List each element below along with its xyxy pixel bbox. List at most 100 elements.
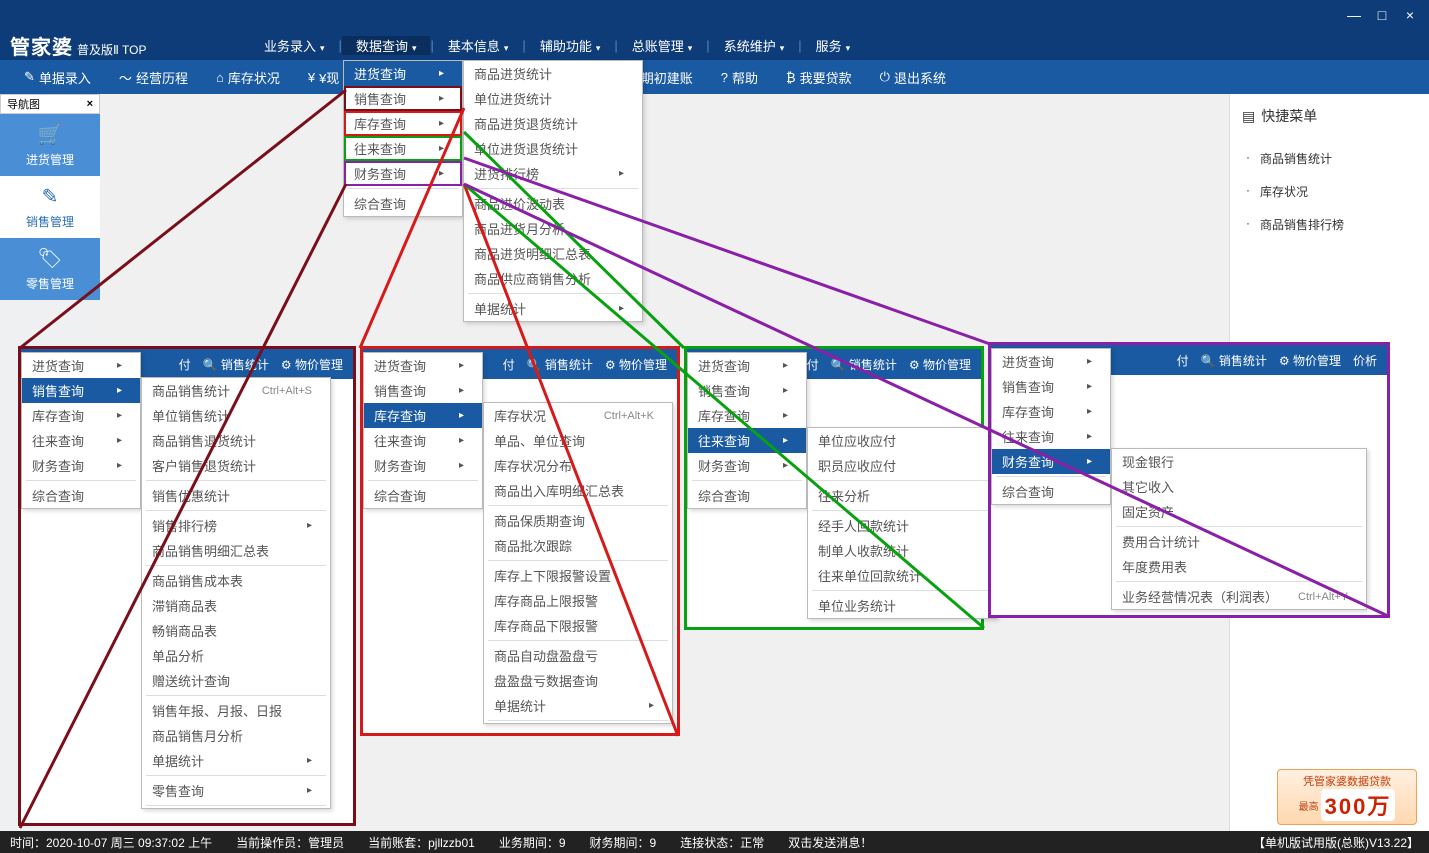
- panel-sub-item-7[interactable]: 库存商品上限报警: [484, 588, 672, 613]
- panel-l1-item-4[interactable]: 财务查询▸: [364, 453, 482, 478]
- panel-sub-item-9[interactable]: 畅销商品表: [142, 618, 330, 643]
- tb-b[interactable]: 🔍 销售统计: [527, 356, 593, 373]
- panel-sub-item-1[interactable]: 其它收入: [1112, 474, 1366, 499]
- panel-l1-item-5[interactable]: 综合查询: [22, 483, 140, 508]
- dd2-item-5[interactable]: 商品进价波动表: [464, 191, 642, 216]
- panel-l1-item-2[interactable]: 库存查询▸: [688, 403, 806, 428]
- panel-l1-item-3[interactable]: 往来查询▸: [22, 428, 140, 453]
- tb-d[interactable]: 价析: [1353, 352, 1377, 369]
- panel-l1-item-3[interactable]: 往来查询▸: [992, 424, 1110, 449]
- toolbar-9[interactable]: ₿我要贷款: [772, 68, 866, 87]
- panel-sub-item-4[interactable]: 制单人收款统计: [808, 538, 996, 563]
- tb-a[interactable]: 付: [807, 356, 819, 373]
- dd1-item-3[interactable]: 往来查询▸: [344, 136, 462, 161]
- toolbar-10[interactable]: ⏻退出系统: [866, 68, 960, 87]
- tb-b[interactable]: 🔍 销售统计: [831, 356, 897, 373]
- panel-l1-item-3[interactable]: 往来查询▸: [688, 428, 806, 453]
- dd2-item-2[interactable]: 商品进货退货统计: [464, 111, 642, 136]
- panel-l1-item-1[interactable]: 销售查询▸: [364, 378, 482, 403]
- panel-l1-item-1[interactable]: 销售查询▸: [992, 374, 1110, 399]
- topmenu-2[interactable]: 基本信息▾: [434, 36, 523, 55]
- tb-c[interactable]: ⚙ 物价管理: [605, 356, 667, 373]
- dd1-item-1[interactable]: 销售查询▸: [344, 86, 462, 111]
- dd2-item-0[interactable]: 商品进货统计: [464, 61, 642, 86]
- tb-a[interactable]: 付: [179, 356, 191, 373]
- min-button[interactable]: —: [1343, 8, 1365, 22]
- panel-l1-item-5[interactable]: 综合查询: [688, 483, 806, 508]
- panel-sub-item-2[interactable]: 库存状况分布: [484, 453, 672, 478]
- dd2-item-4[interactable]: 进货排行榜▸: [464, 161, 642, 186]
- panel-sub-item-0[interactable]: 单位应收应付: [808, 428, 996, 453]
- panel-sub-item-5[interactable]: 销售排行榜▸: [142, 513, 330, 538]
- panel-sub-item-0[interactable]: 库存状况Ctrl+Alt+K: [484, 403, 672, 428]
- topmenu-1[interactable]: 数据查询▾: [342, 36, 431, 55]
- side-1[interactable]: ✎销售管理: [0, 176, 100, 238]
- panel-sub-item-10[interactable]: 单品分析: [142, 643, 330, 668]
- panel-sub-item-12[interactable]: 销售年报、月报、日报: [142, 698, 330, 723]
- topmenu-5[interactable]: 系统维护▾: [710, 36, 799, 55]
- panel-sub-item-1[interactable]: 职员应收应付: [808, 453, 996, 478]
- panel-sub-item-9[interactable]: 商品自动盘盈盘亏: [484, 643, 672, 668]
- panel-l1-item-0[interactable]: 进货查询▸: [22, 353, 140, 378]
- panel-l1-item-2[interactable]: 库存查询▸: [364, 403, 482, 428]
- panel-sub-item-8[interactable]: 库存商品下限报警: [484, 613, 672, 638]
- panel-sub-item-14[interactable]: 单据统计▸: [142, 748, 330, 773]
- dd1-item-5[interactable]: 综合查询: [344, 191, 462, 216]
- loan-ad[interactable]: 凭管家婆数据贷款 最高 300万: [1277, 769, 1417, 825]
- close-button[interactable]: ×: [1399, 8, 1421, 22]
- side-2[interactable]: 🏷零售管理: [0, 238, 100, 300]
- toolbar-2[interactable]: ⌂库存状况: [202, 68, 294, 87]
- panel-l1-item-0[interactable]: 进货查询▸: [992, 349, 1110, 374]
- panel-sub-item-3[interactable]: 客户销售退货统计: [142, 453, 330, 478]
- panel-sub-item-4[interactable]: 销售优惠统计: [142, 483, 330, 508]
- tb-c[interactable]: ⚙ 物价管理: [909, 356, 971, 373]
- topmenu-6[interactable]: 服务▾: [802, 36, 865, 55]
- tb-b[interactable]: 🔍 销售统计: [1201, 352, 1267, 369]
- tb-c[interactable]: ⚙ 物价管理: [281, 356, 343, 373]
- dd2-item-6[interactable]: 商品进货月分析: [464, 216, 642, 241]
- topmenu-4[interactable]: 总账管理▾: [618, 36, 707, 55]
- dd2-item-7[interactable]: 商品进货明细汇总表: [464, 241, 642, 266]
- panel-l1-item-2[interactable]: 库存查询▸: [992, 399, 1110, 424]
- panel-sub-item-13[interactable]: 商品销售月分析: [142, 723, 330, 748]
- panel-l1-item-2[interactable]: 库存查询▸: [22, 403, 140, 428]
- tb-b[interactable]: 🔍 销售统计: [203, 356, 269, 373]
- panel-sub-item-2[interactable]: 往来分析: [808, 483, 996, 508]
- panel-l1-item-4[interactable]: 财务查询▸: [992, 449, 1110, 474]
- panel-sub-item-2[interactable]: 商品销售退货统计: [142, 428, 330, 453]
- panel-sub-item-3[interactable]: 费用合计统计: [1112, 529, 1366, 554]
- panel-l1-item-4[interactable]: 财务查询▸: [22, 453, 140, 478]
- quick-item-1[interactable]: 库存状况: [1242, 175, 1417, 208]
- dd1-item-4[interactable]: 财务查询▸: [344, 161, 462, 186]
- dd1-item-0[interactable]: 进货查询▸: [344, 61, 462, 86]
- max-button[interactable]: □: [1371, 8, 1393, 22]
- panel-sub-item-2[interactable]: 固定资产: [1112, 499, 1366, 524]
- toolbar-0[interactable]: ✎单据录入: [10, 68, 105, 87]
- panel-sub-item-0[interactable]: 现金银行: [1112, 449, 1366, 474]
- panel-sub-item-5[interactable]: 往来单位回款统计: [808, 563, 996, 588]
- panel-sub-item-6[interactable]: 单位业务统计: [808, 593, 996, 618]
- panel-sub-item-5[interactable]: 业务经营情况表（利润表）Ctrl+Alt+Y: [1112, 584, 1366, 609]
- panel-sub-item-0[interactable]: 商品销售统计Ctrl+Alt+S: [142, 378, 330, 403]
- topmenu-3[interactable]: 辅助功能▾: [526, 36, 615, 55]
- panel-l1-item-0[interactable]: 进货查询▸: [688, 353, 806, 378]
- panel-sub-item-11[interactable]: 赠送统计查询: [142, 668, 330, 693]
- panel-sub-item-1[interactable]: 单位销售统计: [142, 403, 330, 428]
- panel-l1-item-5[interactable]: 综合查询: [992, 479, 1110, 504]
- tb-c[interactable]: ⚙ 物价管理: [1279, 352, 1341, 369]
- nav-tab-close[interactable]: ×: [87, 98, 93, 110]
- dd2-item-9[interactable]: 单据统计▸: [464, 296, 642, 321]
- topmenu-0[interactable]: 业务录入▾: [250, 36, 339, 55]
- toolbar-8[interactable]: ?帮助: [707, 68, 772, 87]
- quick-item-2[interactable]: 商品销售排行榜: [1242, 208, 1417, 241]
- panel-sub-item-6[interactable]: 库存上下限报警设置: [484, 563, 672, 588]
- quick-item-0[interactable]: 商品销售统计: [1242, 142, 1417, 175]
- panel-sub-item-1[interactable]: 单品、单位查询: [484, 428, 672, 453]
- panel-l1-item-3[interactable]: 往来查询▸: [364, 428, 482, 453]
- panel-l1-item-5[interactable]: 综合查询: [364, 483, 482, 508]
- dd2-item-1[interactable]: 单位进货统计: [464, 86, 642, 111]
- toolbar-1[interactable]: 〜经营历程: [105, 68, 202, 87]
- tb-a[interactable]: 付: [1177, 352, 1189, 369]
- panel-l1-item-0[interactable]: 进货查询▸: [364, 353, 482, 378]
- panel-sub-item-10[interactable]: 盘盈盘亏数据查询: [484, 668, 672, 693]
